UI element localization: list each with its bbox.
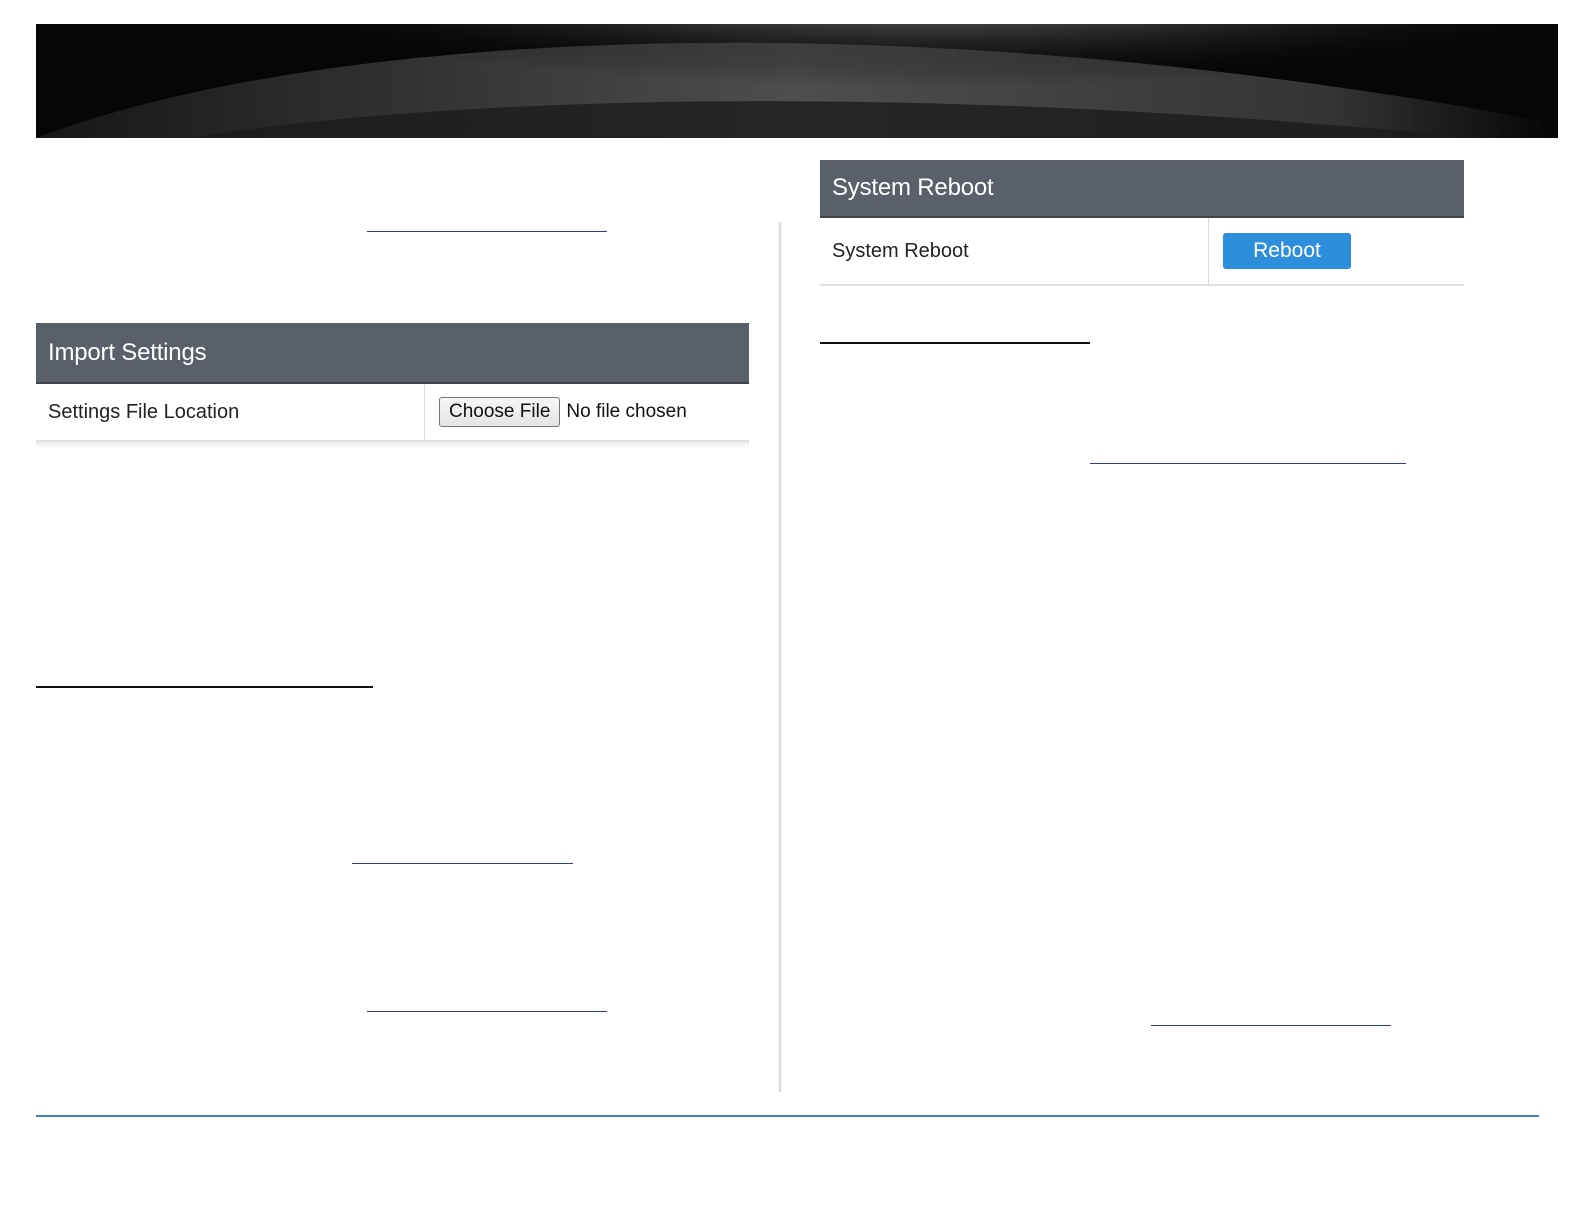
system-reboot-row: System Reboot Reboot [820, 218, 1464, 286]
file-status-text: No file chosen [566, 401, 687, 422]
settings-file-location-row: Settings File Location Choose File No fi… [36, 384, 749, 442]
section-heading-underline [36, 686, 373, 688]
row-label: Settings File Location [36, 384, 425, 440]
system-reboot-panel: System Reboot System Reboot Reboot [820, 160, 1464, 286]
import-settings-panel: Import Settings Settings File Location C… [36, 323, 749, 448]
row-value: Reboot [1209, 218, 1464, 284]
column-divider [778, 222, 782, 1092]
section-heading-underline [820, 342, 1090, 344]
link-underline[interactable] [367, 231, 607, 232]
footer-line [36, 1115, 1539, 1117]
panel-shadow [36, 442, 749, 448]
link-underline[interactable] [367, 1011, 607, 1012]
row-label: System Reboot [820, 218, 1209, 284]
header-banner [36, 24, 1558, 138]
link-underline[interactable] [352, 863, 573, 864]
panel-title: System Reboot [820, 160, 1464, 218]
reboot-button[interactable]: Reboot [1223, 233, 1351, 269]
link-underline[interactable] [1151, 1025, 1391, 1026]
banner-graphic [36, 24, 1558, 138]
row-value: Choose File No file chosen [425, 384, 749, 440]
link-underline[interactable] [1090, 463, 1406, 464]
panel-title: Import Settings [36, 323, 749, 384]
choose-file-button[interactable]: Choose File [439, 397, 561, 427]
